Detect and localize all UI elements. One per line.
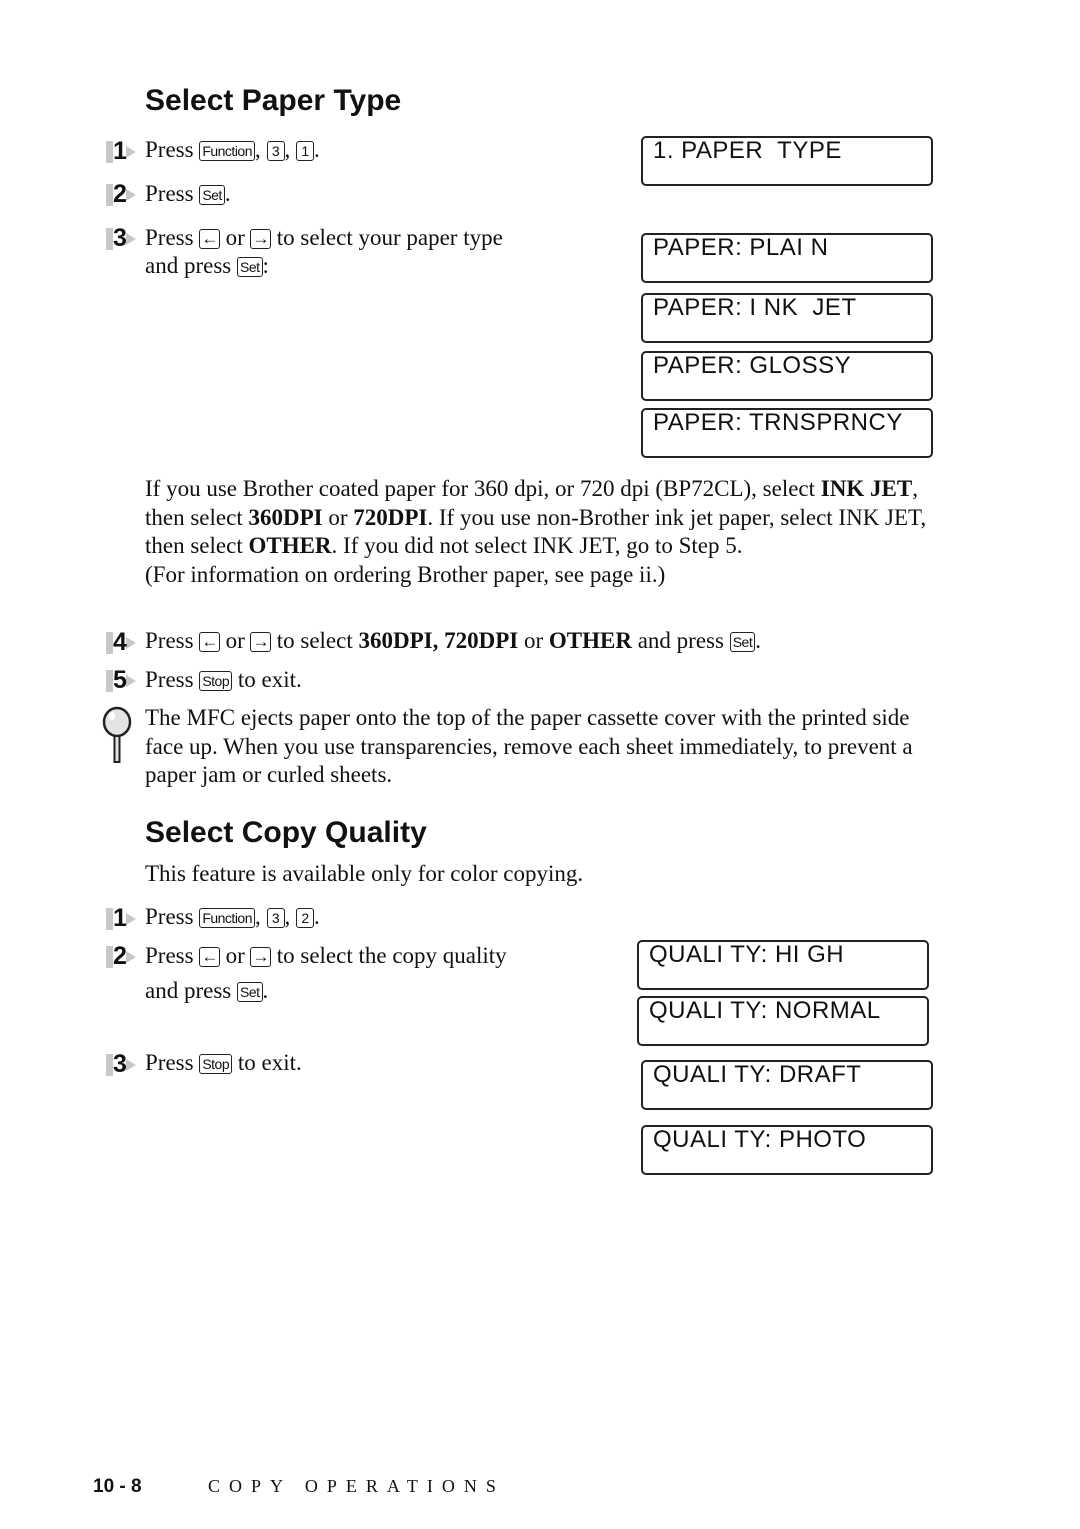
right-arrow-key-icon: → xyxy=(250,229,271,249)
quality-step-2-text-cont: and press Set. xyxy=(145,978,269,1003)
quality-step-1-text: Press Function, 3, 2. xyxy=(145,904,320,929)
note-text: The MFC ejects paper onto the top of the… xyxy=(145,705,913,787)
lcd-display-quality-normal: QUALI TY: NORMAL xyxy=(637,996,929,1046)
step-1-text: Press Function, 3, 1. xyxy=(145,137,320,162)
lcd-display-paper-glossy: PAPER: GLOSSY xyxy=(641,351,933,401)
key-1-icon: 1 xyxy=(296,141,315,161)
section-title-copy-quality: Select Copy Quality xyxy=(145,816,427,849)
key-3-icon: 3 xyxy=(266,908,285,928)
chapter-name: COPY OPERATIONS xyxy=(208,1476,505,1496)
set-key-icon: Set xyxy=(729,632,756,652)
note-magnifier-icon xyxy=(101,705,133,765)
right-arrow-key-icon: → xyxy=(250,947,271,967)
lcd-display-menu: 1. PAPER TYPE xyxy=(641,136,933,186)
step-marker-4: 4 xyxy=(106,628,136,656)
paper-info-paragraph: If you use Brother coated paper for 360 … xyxy=(145,476,927,587)
step-2-text: Press Set. xyxy=(145,181,231,206)
key-3-icon: 3 xyxy=(266,141,285,161)
section-title-paper-type: Select Paper Type xyxy=(145,84,402,117)
step-3-text: Press ← or → to select your paper type xyxy=(145,225,503,250)
set-key-icon: Set xyxy=(199,185,225,205)
step-marker-2: 2 xyxy=(106,180,136,208)
step-marker-1: 1 xyxy=(106,904,136,932)
lcd-display-quality-high: QUALI TY: HI GH xyxy=(637,940,929,990)
step-5-text: Press Stop to exit. xyxy=(145,667,302,692)
set-key-icon: Set xyxy=(236,982,263,1002)
lcd-display-quality-photo: QUALI TY: PHOTO xyxy=(641,1125,933,1175)
stop-key-icon: Stop xyxy=(199,1054,233,1074)
step-marker-1: 1 xyxy=(106,137,136,165)
quality-step-3-text: Press Stop to exit. xyxy=(145,1050,302,1075)
copy-quality-intro: This feature is available only for color… xyxy=(145,861,584,886)
page-number: 10 - 8 xyxy=(93,1476,142,1497)
left-arrow-key-icon: ← xyxy=(199,632,220,652)
left-arrow-key-icon: ← xyxy=(199,229,220,249)
function-key-icon: Function xyxy=(199,141,256,161)
lcd-display-quality-draft: QUALI TY: DRAFT xyxy=(641,1060,933,1110)
step-4-text: Press ← or → to select 360DPI, 720DPI or… xyxy=(145,628,761,653)
step-3-text-cont: and press Set: xyxy=(145,253,269,278)
step-marker-3: 3 xyxy=(106,224,136,252)
function-key-icon: Function xyxy=(199,908,256,928)
left-arrow-key-icon: ← xyxy=(199,947,220,967)
set-key-icon: Set xyxy=(236,257,263,277)
step-marker-5: 5 xyxy=(106,666,136,694)
step-marker-3: 3 xyxy=(106,1050,136,1078)
right-arrow-key-icon: → xyxy=(250,632,271,652)
stop-key-icon: Stop xyxy=(199,671,233,691)
step-marker-2: 2 xyxy=(106,942,136,970)
lcd-display-paper-inkjet: PAPER: I NK JET xyxy=(641,293,933,343)
key-2-icon: 2 xyxy=(296,908,315,928)
quality-step-2-text: Press ← or → to select the copy quality xyxy=(145,943,507,968)
lcd-display-paper-plain: PAPER: PLAI N xyxy=(641,233,933,283)
lcd-display-paper-transparency: PAPER: TRNSPRNCY xyxy=(641,408,933,458)
